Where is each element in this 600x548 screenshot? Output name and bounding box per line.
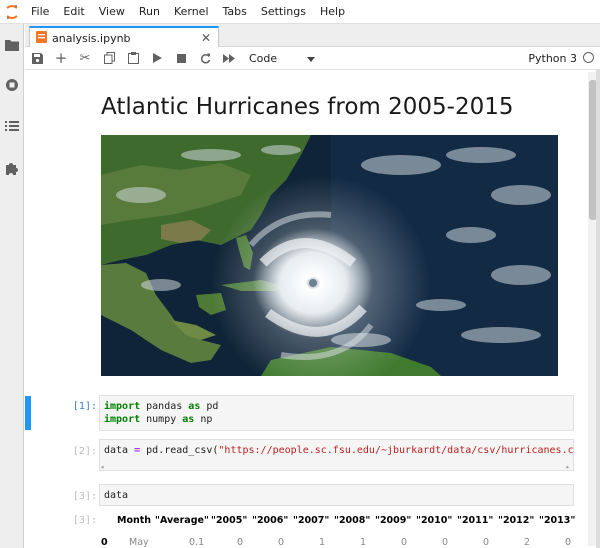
- jupyter-logo-icon: [0, 0, 24, 24]
- column-header: Month: [117, 515, 152, 526]
- menu-view[interactable]: View: [92, 5, 132, 18]
- restart-icon[interactable]: [193, 47, 217, 69]
- notebook-toolbar: + ✂ Code Python 3: [25, 47, 600, 70]
- cut-icon[interactable]: ✂: [73, 47, 97, 69]
- column-header: "2012": [498, 515, 535, 526]
- cell-3-prompt: [3]:: [72, 491, 97, 502]
- output-3-prompt: [3]:: [72, 515, 97, 526]
- column-header: "2010": [416, 515, 453, 526]
- copy-icon[interactable]: [97, 47, 121, 69]
- cell-type-value: Code: [249, 51, 278, 65]
- close-icon[interactable]: ✕: [199, 31, 213, 45]
- kernel-name[interactable]: Python 3: [528, 52, 577, 65]
- table-cell: 0: [401, 537, 408, 548]
- column-header: "2006": [252, 515, 289, 526]
- running-kernels-icon[interactable]: [3, 76, 20, 93]
- horizontal-scrollbar[interactable]: ◂ ▸: [100, 461, 573, 470]
- column-header: "2009": [375, 515, 412, 526]
- table-cell: 0: [565, 537, 572, 548]
- add-cell-icon[interactable]: +: [49, 47, 73, 69]
- chevron-down-icon: [307, 52, 315, 65]
- table-cell: 0: [483, 537, 490, 548]
- table-cell: 0.1: [189, 537, 205, 548]
- table-of-contents-icon[interactable]: [3, 117, 20, 134]
- table-cell: 0: [278, 537, 285, 548]
- cell-2-prompt: [2]:: [72, 446, 97, 457]
- column-header: "2005": [211, 515, 248, 526]
- stop-icon[interactable]: [169, 47, 193, 69]
- menu-kernel[interactable]: Kernel: [167, 5, 216, 18]
- menu-tabs[interactable]: Tabs: [216, 5, 254, 18]
- menu-run[interactable]: Run: [132, 5, 167, 18]
- code-cell-3[interactable]: data: [99, 484, 574, 506]
- column-header: "2007": [293, 515, 330, 526]
- column-header: "2013": [539, 515, 576, 526]
- column-header: "Average": [155, 515, 209, 526]
- column-header: "2011": [457, 515, 494, 526]
- save-icon[interactable]: [25, 47, 49, 69]
- notebook-icon: [36, 30, 47, 46]
- menu-bar: File Edit View Run Kernel Tabs Settings …: [0, 0, 600, 24]
- tab-analysis-notebook[interactable]: analysis.ipynb ✕: [29, 26, 219, 48]
- left-sidebar: [0, 24, 24, 548]
- notebook-panel: Atlantic Hurricanes from 2005-2015 [1]: …: [25, 70, 600, 548]
- tab-label: analysis.ipynb: [52, 31, 131, 45]
- row-index: 0: [101, 537, 108, 548]
- run-icon[interactable]: [145, 47, 169, 69]
- paste-icon[interactable]: [121, 47, 145, 69]
- menu-file[interactable]: File: [24, 5, 56, 18]
- table-cell: 1: [319, 537, 326, 548]
- active-cell-indicator: [25, 396, 31, 430]
- table-cell: May: [129, 537, 149, 548]
- table-cell: 2: [524, 537, 531, 548]
- kernel-status-icon: [583, 52, 594, 63]
- extension-puzzle-icon[interactable]: [3, 159, 20, 176]
- hurricane-satellite-image: [101, 135, 558, 376]
- code-cell-1[interactable]: import pandas as pd import numpy as np: [99, 395, 574, 431]
- menu-help[interactable]: Help: [313, 5, 352, 18]
- table-cell: 0: [442, 537, 449, 548]
- markdown-title: Atlantic Hurricanes from 2005-2015: [101, 94, 514, 120]
- fast-forward-icon[interactable]: [217, 47, 241, 69]
- tab-bar: analysis.ipynb ✕: [25, 24, 600, 48]
- menu-settings[interactable]: Settings: [254, 5, 313, 18]
- code-cell-2[interactable]: data = pd.read_csv("https://people.sc.fs…: [99, 439, 574, 471]
- table-cell: 1: [360, 537, 367, 548]
- cell-type-select[interactable]: Code: [249, 52, 315, 65]
- folder-icon[interactable]: [3, 36, 20, 53]
- right-sidebar-edge: [596, 70, 600, 548]
- column-header: "2008": [334, 515, 371, 526]
- cell-1-prompt: [1]:: [72, 401, 97, 412]
- menu-edit[interactable]: Edit: [56, 5, 91, 18]
- table-cell: 0: [237, 537, 244, 548]
